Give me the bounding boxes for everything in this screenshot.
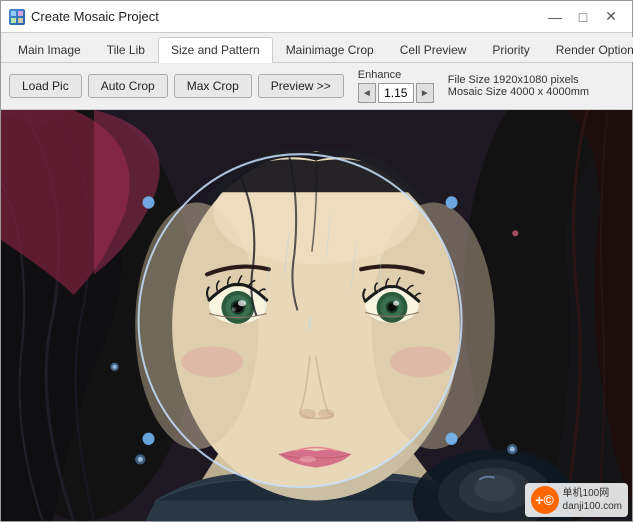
window-controls: — □ ✕: [542, 5, 624, 29]
watermark: +© 单机100网 danji100.com: [525, 483, 628, 517]
mosaic-size-label: Mosaic Size 4000 x 4000mm: [448, 86, 589, 98]
enhance-value: 1.15: [378, 83, 414, 103]
main-window: Create Mosaic Project — □ ✕ Main Image T…: [0, 0, 633, 522]
tab-priority[interactable]: Priority: [479, 37, 542, 62]
enhance-decrease-button[interactable]: ◄: [358, 83, 376, 103]
minimize-button[interactable]: —: [542, 5, 568, 29]
tab-bar: Main Image Tile Lib Size and Pattern Mai…: [1, 33, 632, 63]
window-title: Create Mosaic Project: [31, 9, 542, 24]
close-button[interactable]: ✕: [598, 5, 624, 29]
watermark-url: danji100.com: [563, 500, 622, 513]
title-bar: Create Mosaic Project — □ ✕: [1, 1, 632, 33]
tab-mainimage-crop[interactable]: Mainimage Crop: [273, 37, 387, 62]
file-info: File Size 1920x1080 pixels Mosaic Size 4…: [448, 74, 589, 98]
app-icon: [9, 9, 25, 25]
main-image-display: [1, 110, 632, 521]
enhance-label: Enhance: [358, 69, 434, 81]
watermark-site: 单机100网: [563, 487, 622, 500]
auto-crop-button[interactable]: Auto Crop: [88, 74, 168, 98]
enhance-increase-button[interactable]: ►: [416, 83, 434, 103]
canvas-area[interactable]: +© 单机100网 danji100.com: [1, 110, 632, 521]
file-size-label: File Size 1920x1080 pixels: [448, 74, 589, 86]
watermark-icon: +©: [531, 486, 559, 514]
load-pic-button[interactable]: Load Pic: [9, 74, 82, 98]
tab-cell-preview[interactable]: Cell Preview: [387, 37, 480, 62]
tab-main-image[interactable]: Main Image: [5, 37, 94, 62]
enhance-group: Enhance ◄ 1.15 ►: [358, 69, 434, 103]
tab-tile-lib[interactable]: Tile Lib: [94, 37, 158, 62]
max-crop-button[interactable]: Max Crop: [174, 74, 252, 98]
tab-size-and-pattern[interactable]: Size and Pattern: [158, 37, 273, 63]
preview-button[interactable]: Preview >>: [258, 74, 344, 98]
enhance-spinner: ◄ 1.15 ►: [358, 83, 434, 103]
tab-render-option[interactable]: Render Option: [543, 37, 633, 62]
maximize-button[interactable]: □: [570, 5, 596, 29]
watermark-text: 单机100网 danji100.com: [563, 487, 622, 513]
toolbar: Load Pic Auto Crop Max Crop Preview >> E…: [1, 63, 632, 110]
